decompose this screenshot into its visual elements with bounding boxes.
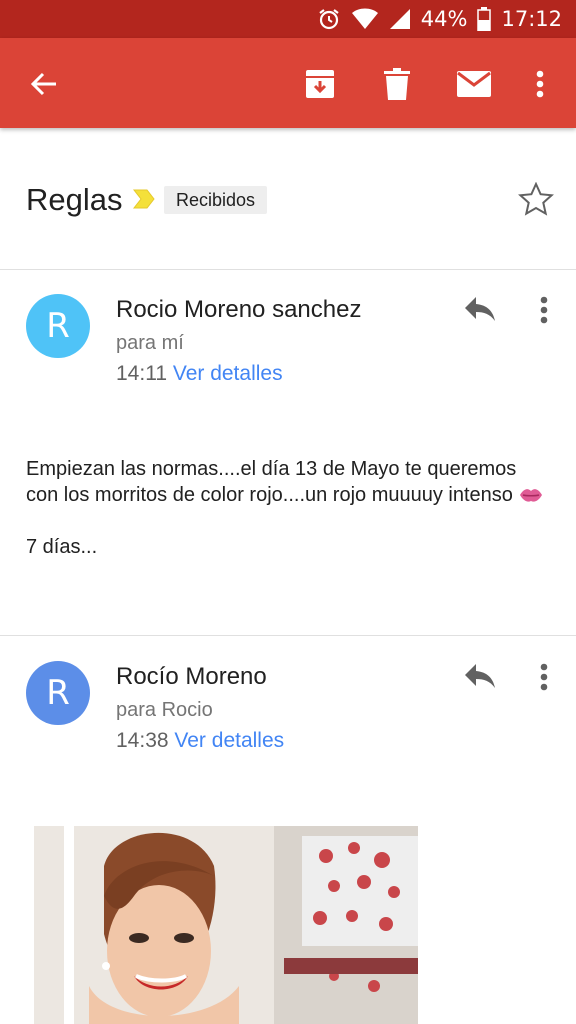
reply-button[interactable] — [458, 659, 502, 693]
view-details-link[interactable]: Ver detalles — [173, 362, 283, 385]
alarm-icon — [319, 9, 339, 30]
message-body: Empiezan las normas....el día 13 de Mayo… — [26, 456, 546, 560]
photo-image — [34, 826, 418, 1024]
battery-percent: 44% — [420, 7, 468, 31]
kiss-emoji-icon — [520, 489, 543, 502]
message-more-button[interactable] — [530, 657, 558, 697]
back-button[interactable] — [22, 62, 66, 106]
message-more-button[interactable] — [530, 290, 558, 330]
sender-name: Rocio Moreno sanchez — [116, 296, 362, 323]
avatar[interactable]: R — [26, 294, 90, 358]
message-meta: 14:38 Ver detalles — [116, 729, 284, 753]
clock: 17:12 — [501, 7, 562, 31]
attached-photo[interactable] — [34, 826, 418, 1024]
message-body-paragraph: 7 días... — [26, 536, 98, 558]
app-bar — [0, 38, 576, 128]
avatar[interactable]: R — [26, 661, 90, 725]
mail-icon — [457, 71, 491, 97]
reply-icon — [465, 297, 495, 321]
view-details-link[interactable]: Ver detalles — [174, 729, 284, 752]
message-body-paragraph: Empiezan las normas....el día 13 de Mayo… — [26, 456, 546, 508]
message-meta: 14:11 Ver detalles — [116, 362, 283, 386]
mark-unread-button[interactable] — [452, 62, 496, 106]
subject-row: Reglas Recibidos — [0, 128, 576, 270]
label-chip[interactable]: Recibidos — [164, 186, 268, 214]
message-card[interactable]: R Rocio Moreno sanchez para mí 14:11 Ver… — [0, 270, 576, 636]
more-vert-icon — [536, 70, 544, 98]
subject-title: Reglas — [26, 182, 123, 217]
signal-icon — [389, 9, 410, 29]
recipient-line: para mí — [116, 332, 184, 354]
delete-icon — [384, 68, 410, 100]
wifi-icon — [351, 8, 378, 29]
archive-button[interactable] — [298, 62, 342, 106]
more-vert-icon — [540, 296, 548, 324]
status-bar: 44% 17:12 — [0, 0, 576, 38]
importance-marker-icon[interactable] — [132, 188, 156, 210]
reply-button[interactable] — [458, 292, 502, 326]
more-vert-icon — [540, 663, 548, 691]
archive-icon — [306, 70, 334, 98]
message-time: 14:38 — [116, 729, 169, 752]
message-time: 14:11 — [116, 362, 167, 385]
sender-name: Rocío Moreno — [116, 663, 267, 690]
recipient-line: para Rocio — [116, 699, 213, 721]
star-icon[interactable] — [518, 182, 554, 216]
back-arrow-icon — [30, 72, 56, 96]
battery-icon — [477, 7, 492, 31]
more-options-button[interactable] — [518, 62, 562, 106]
reply-icon — [465, 664, 495, 688]
delete-button[interactable] — [375, 62, 419, 106]
message-card[interactable]: R Rocío Moreno para Rocio 14:38 Ver deta… — [0, 637, 576, 1024]
